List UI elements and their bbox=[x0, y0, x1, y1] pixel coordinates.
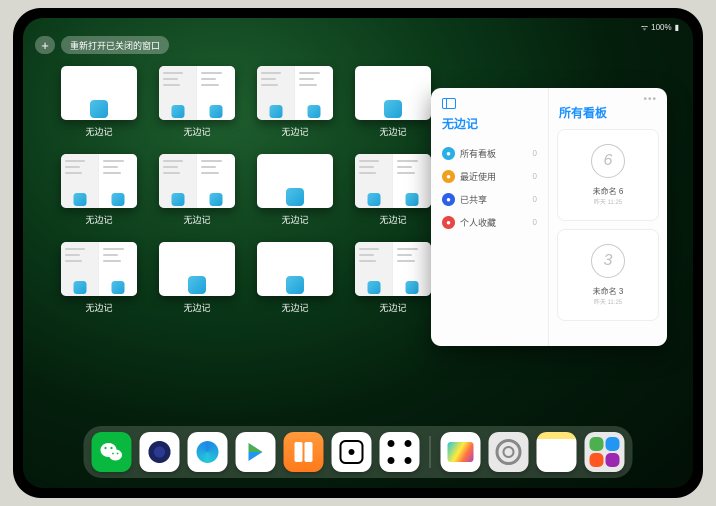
nav-icon: ● bbox=[442, 147, 455, 160]
window-label: 无边记 bbox=[85, 213, 112, 226]
window-label: 无边记 bbox=[379, 301, 406, 314]
window-thumbnail[interactable]: 无边记 bbox=[159, 66, 235, 140]
nav-label: 所有看板 bbox=[460, 147, 496, 160]
status-bar: ᯤ 100% ▮ bbox=[23, 18, 693, 34]
board-date: 昨天 11:25 bbox=[594, 297, 622, 306]
battery-icon: ▮ bbox=[675, 23, 679, 32]
window-preview-icon bbox=[159, 66, 235, 120]
freeform-panel[interactable]: ••• 无边记 ● 所有看板 0 ● 最近使用 0 ● 已共享 0 ● 个人收藏 0 所有看板 6 未命… bbox=[431, 88, 667, 346]
reopen-closed-window-button[interactable]: 重新打开已关闭的窗口 bbox=[61, 36, 169, 54]
nav-label: 最近使用 bbox=[460, 170, 496, 183]
sidebar-item[interactable]: ● 所有看板 0 bbox=[439, 142, 540, 165]
new-window-button[interactable]: + bbox=[35, 36, 55, 54]
nav-icon: ● bbox=[442, 216, 455, 229]
sidebar-item[interactable]: ● 最近使用 0 bbox=[439, 165, 540, 188]
board-name: 未命名 3 bbox=[593, 286, 624, 297]
nav-count: 0 bbox=[533, 218, 537, 227]
nav-count: 0 bbox=[533, 149, 537, 158]
board-date: 昨天 11:25 bbox=[594, 197, 622, 206]
nav-count: 0 bbox=[533, 195, 537, 204]
top-toolbar: + 重新打开已关闭的窗口 bbox=[35, 36, 169, 54]
board-card[interactable]: 6 未命名 6昨天 11:25 bbox=[557, 129, 659, 221]
window-preview-icon bbox=[257, 154, 333, 208]
nav-label: 已共享 bbox=[460, 193, 487, 206]
dock-separator bbox=[430, 436, 431, 468]
sidebar-title: 无边记 bbox=[442, 115, 540, 132]
window-thumbnail[interactable]: 无边记 bbox=[61, 154, 137, 228]
window-label: 无边记 bbox=[85, 301, 112, 314]
nav-icon: ● bbox=[442, 193, 455, 206]
window-preview-icon bbox=[159, 242, 235, 296]
window-label: 无边记 bbox=[183, 125, 210, 138]
window-thumbnail[interactable]: 无边记 bbox=[257, 242, 333, 316]
sidebar-item[interactable]: ● 个人收藏 0 bbox=[439, 211, 540, 234]
window-thumbnail[interactable]: 无边记 bbox=[355, 154, 431, 228]
window-label: 无边记 bbox=[281, 301, 308, 314]
dock-app-play[interactable] bbox=[236, 432, 276, 472]
dock-app-freeform[interactable] bbox=[441, 432, 481, 472]
window-thumbnail[interactable]: 无边记 bbox=[159, 242, 235, 316]
screen: ᯤ 100% ▮ + 重新打开已关闭的窗口 无边记无边记无边记无边记无边记无边记… bbox=[23, 18, 693, 488]
window-preview-icon bbox=[355, 154, 431, 208]
panel-main: 所有看板 6未命名 6昨天 11:253未命名 3昨天 11:25 bbox=[549, 88, 667, 346]
window-label: 无边记 bbox=[183, 213, 210, 226]
sidebar-toggle-icon[interactable] bbox=[442, 98, 456, 109]
dock-app-quark[interactable] bbox=[140, 432, 180, 472]
window-label: 无边记 bbox=[281, 213, 308, 226]
dock-app-notes[interactable] bbox=[537, 432, 577, 472]
window-label: 无边记 bbox=[85, 125, 112, 138]
dock-app-settings[interactable] bbox=[489, 432, 529, 472]
dock-app-books[interactable] bbox=[284, 432, 324, 472]
window-label: 无边记 bbox=[379, 213, 406, 226]
panel-more-icon[interactable]: ••• bbox=[643, 94, 657, 105]
window-grid: 无边记无边记无边记无边记无边记无边记无边记无边记无边记无边记无边记无边记 bbox=[61, 66, 441, 404]
window-preview-icon bbox=[61, 242, 137, 296]
wifi-icon: ᯤ bbox=[641, 22, 648, 33]
window-label: 无边记 bbox=[183, 301, 210, 314]
panel-sidebar: 无边记 ● 所有看板 0 ● 最近使用 0 ● 已共享 0 ● 个人收藏 0 bbox=[431, 88, 549, 346]
window-label: 无边记 bbox=[281, 125, 308, 138]
window-label: 无边记 bbox=[379, 125, 406, 138]
dock bbox=[84, 426, 633, 478]
board-card[interactable]: 3 未命名 3昨天 11:25 bbox=[557, 229, 659, 321]
window-preview-icon bbox=[61, 66, 137, 120]
ipad-frame: ᯤ 100% ▮ + 重新打开已关闭的窗口 无边记无边记无边记无边记无边记无边记… bbox=[13, 8, 703, 498]
window-preview-icon bbox=[159, 154, 235, 208]
dock-app-library[interactable] bbox=[585, 432, 625, 472]
nav-label: 个人收藏 bbox=[460, 216, 496, 229]
window-thumbnail[interactable]: 无边记 bbox=[61, 66, 137, 140]
window-preview-icon bbox=[355, 242, 431, 296]
window-thumbnail[interactable]: 无边记 bbox=[61, 242, 137, 316]
dock-app-game2[interactable] bbox=[380, 432, 420, 472]
nav-count: 0 bbox=[533, 172, 537, 181]
board-thumbnail-icon: 6 bbox=[591, 144, 625, 178]
battery-pct: 100% bbox=[651, 23, 671, 32]
dock-app-qqbrowser[interactable] bbox=[188, 432, 228, 472]
window-preview-icon bbox=[355, 66, 431, 120]
window-thumbnail[interactable]: 无边记 bbox=[355, 66, 431, 140]
window-preview-icon bbox=[257, 66, 333, 120]
panel-main-title: 所有看板 bbox=[559, 104, 659, 121]
board-thumbnail-icon: 3 bbox=[591, 244, 625, 278]
window-thumbnail[interactable]: 无边记 bbox=[159, 154, 235, 228]
window-thumbnail[interactable]: 无边记 bbox=[257, 154, 333, 228]
window-preview-icon bbox=[61, 154, 137, 208]
board-name: 未命名 6 bbox=[593, 186, 624, 197]
sidebar-item[interactable]: ● 已共享 0 bbox=[439, 188, 540, 211]
window-thumbnail[interactable]: 无边记 bbox=[257, 66, 333, 140]
nav-icon: ● bbox=[442, 170, 455, 183]
dock-app-wechat[interactable] bbox=[92, 432, 132, 472]
window-thumbnail[interactable]: 无边记 bbox=[355, 242, 431, 316]
dock-app-game1[interactable] bbox=[332, 432, 372, 472]
window-preview-icon bbox=[257, 242, 333, 296]
